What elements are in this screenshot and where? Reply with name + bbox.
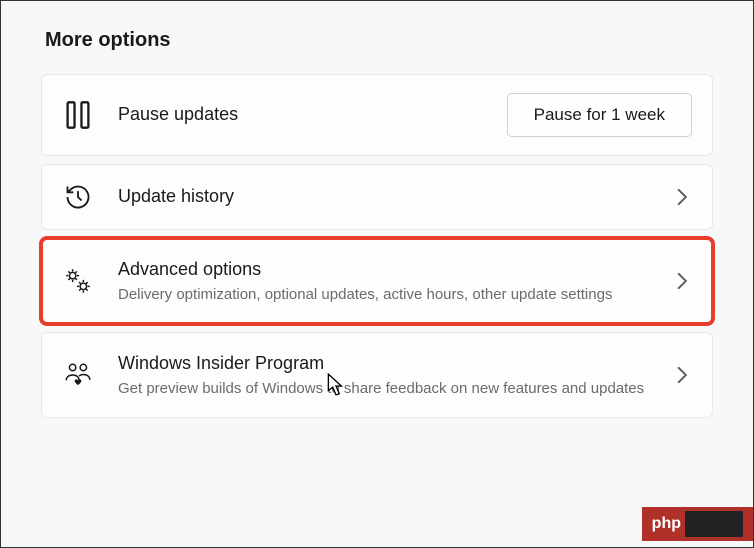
- card-content: Windows Insider Program Get preview buil…: [118, 351, 652, 399]
- watermark-label: php: [652, 515, 681, 533]
- card-title: Pause updates: [118, 102, 483, 127]
- php-watermark: php: [642, 507, 753, 541]
- card-title: Windows Insider Program: [118, 351, 652, 376]
- card-content: Advanced options Delivery optimization, …: [118, 257, 652, 305]
- pause-updates-card[interactable]: Pause updates Pause for 1 week: [41, 74, 713, 156]
- chevron-right-icon: [676, 272, 692, 290]
- chevron-right-icon: [676, 188, 692, 206]
- people-heart-icon: [62, 361, 94, 389]
- card-subtitle: Delivery optimization, optional updates,…: [118, 284, 652, 305]
- advanced-options-card[interactable]: Advanced options Delivery optimization, …: [41, 238, 713, 324]
- card-content: Pause updates: [118, 102, 483, 127]
- insider-program-card[interactable]: Windows Insider Program Get preview buil…: [41, 332, 713, 418]
- history-icon: [62, 183, 94, 211]
- card-subtitle: Get preview builds of Windows to share f…: [118, 378, 652, 399]
- section-title: More options: [45, 29, 713, 52]
- pause-for-week-button[interactable]: Pause for 1 week: [507, 93, 692, 137]
- pause-icon: [62, 100, 94, 130]
- update-history-card[interactable]: Update history: [41, 164, 713, 230]
- card-title: Update history: [118, 184, 652, 209]
- chevron-right-icon: [676, 366, 692, 384]
- more-options-section: More options Pause updates Pause for 1 w…: [1, 1, 753, 418]
- card-title: Advanced options: [118, 257, 652, 282]
- card-action: Pause for 1 week: [507, 93, 692, 137]
- card-content: Update history: [118, 184, 652, 209]
- gears-icon: [62, 266, 94, 296]
